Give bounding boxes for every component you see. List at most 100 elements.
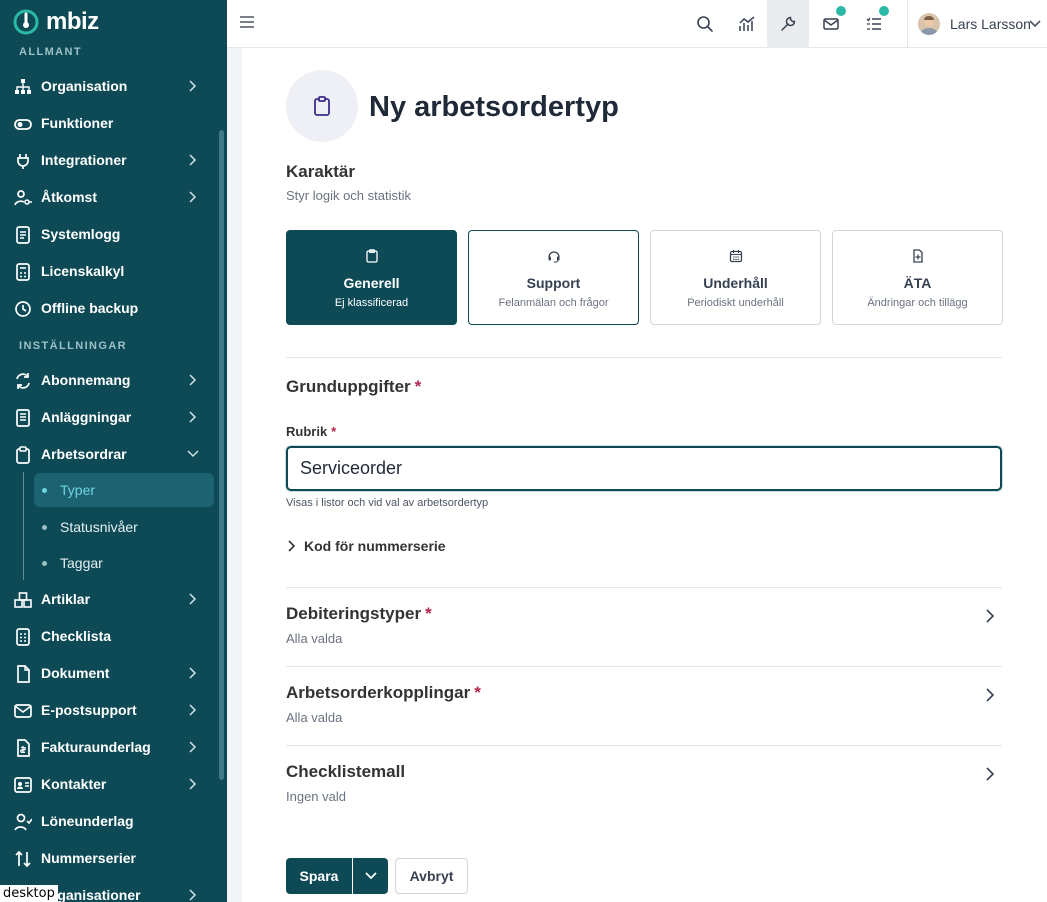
sidebar-item-label: Anläggningar: [41, 409, 132, 425]
sidebar-item-label: Systemlogg: [41, 226, 121, 242]
character-option-subtitle: Felanmälan och frågor: [498, 297, 609, 309]
save-options-button[interactable]: [353, 858, 388, 894]
sidebar-item-abonnemang[interactable]: Abonnemang: [0, 363, 216, 397]
sidebar-item-nummerserier[interactable]: Nummerserier: [0, 841, 216, 875]
sidebar-item-e-postsupport[interactable]: E-postsupport: [0, 693, 216, 727]
chevron-right-icon: [189, 154, 197, 166]
bullet-dot: [42, 524, 47, 530]
sidebar-item-organisation[interactable]: Organisation: [0, 69, 216, 103]
chevron-right-icon: [189, 741, 197, 753]
avatar: [918, 13, 940, 35]
chevron-right-icon: [189, 889, 197, 901]
sidebar-item-label: Abonnemang: [41, 372, 131, 388]
character-option-underhall[interactable]: Underhåll Periodiskt underhåll: [650, 230, 821, 325]
rubrik-input[interactable]: [286, 446, 1002, 491]
sidebar-scrollbar[interactable]: [219, 130, 224, 780]
character-option-support[interactable]: Support Felanmälan och frågor: [468, 230, 639, 325]
sidebar-item-kontakter[interactable]: Kontakter: [0, 767, 216, 801]
sidebar-item-label: Arbetsordrar: [41, 446, 127, 462]
sidebar-item-systemlogg[interactable]: Systemlogg: [0, 217, 216, 251]
sidebar-item-anlaggningar[interactable]: Anläggningar: [0, 400, 216, 434]
search-icon: [697, 16, 713, 32]
cancel-button[interactable]: Avbryt: [395, 858, 468, 894]
messages-button[interactable]: [810, 0, 852, 48]
sidebar-item-offline-backup[interactable]: Offline backup: [0, 291, 216, 325]
chevron-right-icon: [189, 593, 197, 605]
number-series-code-expander[interactable]: Kod för nummerserie: [286, 536, 446, 556]
basics-heading: Grunduppgifter *: [286, 377, 421, 397]
rubrik-help-text: Visas i listor och vid val av arbetsorde…: [286, 497, 489, 509]
chevron-right-icon: [189, 411, 197, 423]
hamburger-menu-icon[interactable]: [239, 14, 255, 30]
chevron-right-icon: [189, 778, 197, 790]
section-debiteringstyper[interactable]: Debiteringstyper * Alla valda: [286, 588, 1002, 666]
save-button[interactable]: Spara: [286, 858, 352, 894]
chevron-right-icon: [189, 191, 197, 203]
tasks-icon: [866, 17, 881, 30]
calendar-icon: [729, 250, 743, 263]
sidebar-item-loneunderlag[interactable]: Löneunderlag: [0, 804, 216, 838]
main-panel: Ny arbetsordertyp Karaktär Styr logik oc…: [242, 48, 1047, 902]
bullet-dot: [42, 561, 47, 566]
character-option-generell[interactable]: Generell Ej klassificerad: [286, 230, 457, 325]
chevron-down-icon: [364, 872, 377, 880]
character-option-title: Support: [526, 275, 581, 291]
building-icon: [16, 409, 30, 427]
mail-icon: [14, 704, 32, 718]
sidebar-subitem-statusnivaer[interactable]: Statusnivåer: [34, 510, 214, 544]
notification-badge: [879, 6, 889, 16]
sidebar-subitem-taggar[interactable]: Taggar: [34, 546, 214, 580]
tasks-button[interactable]: [853, 0, 895, 48]
section-title: Debiteringstyper *: [286, 604, 432, 624]
wrench-icon: [781, 16, 796, 31]
section-title-text: Checklistemall: [286, 762, 406, 781]
settings-button[interactable]: [767, 0, 809, 48]
cloud-backup-icon: [15, 301, 31, 317]
chevron-right-icon: [986, 767, 995, 781]
chevron-right-icon: [189, 374, 197, 386]
sidebar-item-label: E-postsupport: [41, 702, 137, 718]
viewport-label: desktop: [0, 885, 58, 902]
section-title-text: Arbetsorderkopplingar: [286, 683, 471, 702]
payroll-icon: [14, 813, 32, 831]
hierarchy-icon: [15, 79, 31, 94]
sidebar-item-fakturaunderlag[interactable]: Fakturaunderlag: [0, 730, 216, 764]
sidebar-subitem-label: Typer: [60, 482, 96, 498]
chevron-down-icon: [1029, 20, 1041, 28]
sidebar-item-artiklar[interactable]: Artiklar: [0, 582, 216, 616]
section-arbetsorderkopplingar[interactable]: Arbetsorderkopplingar * Alla valda: [286, 667, 1002, 745]
chevron-right-icon: [189, 704, 197, 716]
divider: [286, 357, 1002, 358]
user-menu[interactable]: Lars Larsson: [907, 0, 1047, 48]
character-option-subtitle: Periodiskt underhåll: [687, 297, 784, 309]
analytics-button[interactable]: [726, 0, 768, 48]
page-title-badge: [286, 70, 358, 142]
sidebar: mbiz ALLMANT Organisation Funktioner Integ…: [0, 0, 227, 902]
brand-logo[interactable]: mbiz: [12, 8, 99, 36]
search-button[interactable]: [684, 0, 726, 48]
sidebar-item-label: Integrationer: [41, 152, 127, 168]
sidebar-item-licenskalkyl[interactable]: Licenskalkyl: [0, 254, 216, 288]
sidebar-item-label: Funktioner: [41, 115, 114, 131]
sidebar-subitem-typer[interactable]: Typer: [34, 473, 214, 507]
mail-icon: [823, 18, 839, 30]
sidebar-item-dokument[interactable]: Dokument: [0, 656, 216, 690]
sidebar-item-label: Åtkomst: [41, 189, 98, 205]
required-mark: *: [414, 377, 422, 396]
clipboard-icon: [16, 446, 30, 464]
sidebar-item-integrationer[interactable]: Integrationer: [0, 143, 216, 177]
rubrik-label: Rubrik *: [286, 424, 336, 439]
section-subtitle: Alla valda: [286, 631, 343, 646]
sidebar-item-label: Licenskalkyl: [41, 263, 125, 279]
boxes-icon: [14, 592, 32, 608]
character-option-subtitle: Ej klassificerad: [334, 297, 409, 309]
section-checklistemall[interactable]: Checklistemall Ingen vald: [286, 746, 1002, 824]
sidebar-item-checklista[interactable]: Checklista: [0, 619, 216, 653]
required-mark: *: [331, 424, 337, 439]
chevron-right-icon: [288, 540, 296, 552]
sidebar-item-arbetsordrar[interactable]: Arbetsordrar: [0, 437, 216, 471]
character-option-ata[interactable]: ÄTA Ändringar och tillägg: [832, 230, 1003, 325]
sidebar-item-funktioner[interactable]: Funktioner: [0, 106, 216, 140]
sidebar-item-atkomst[interactable]: Åtkomst: [0, 180, 216, 214]
user-name: Lars Larsson: [950, 16, 1031, 32]
